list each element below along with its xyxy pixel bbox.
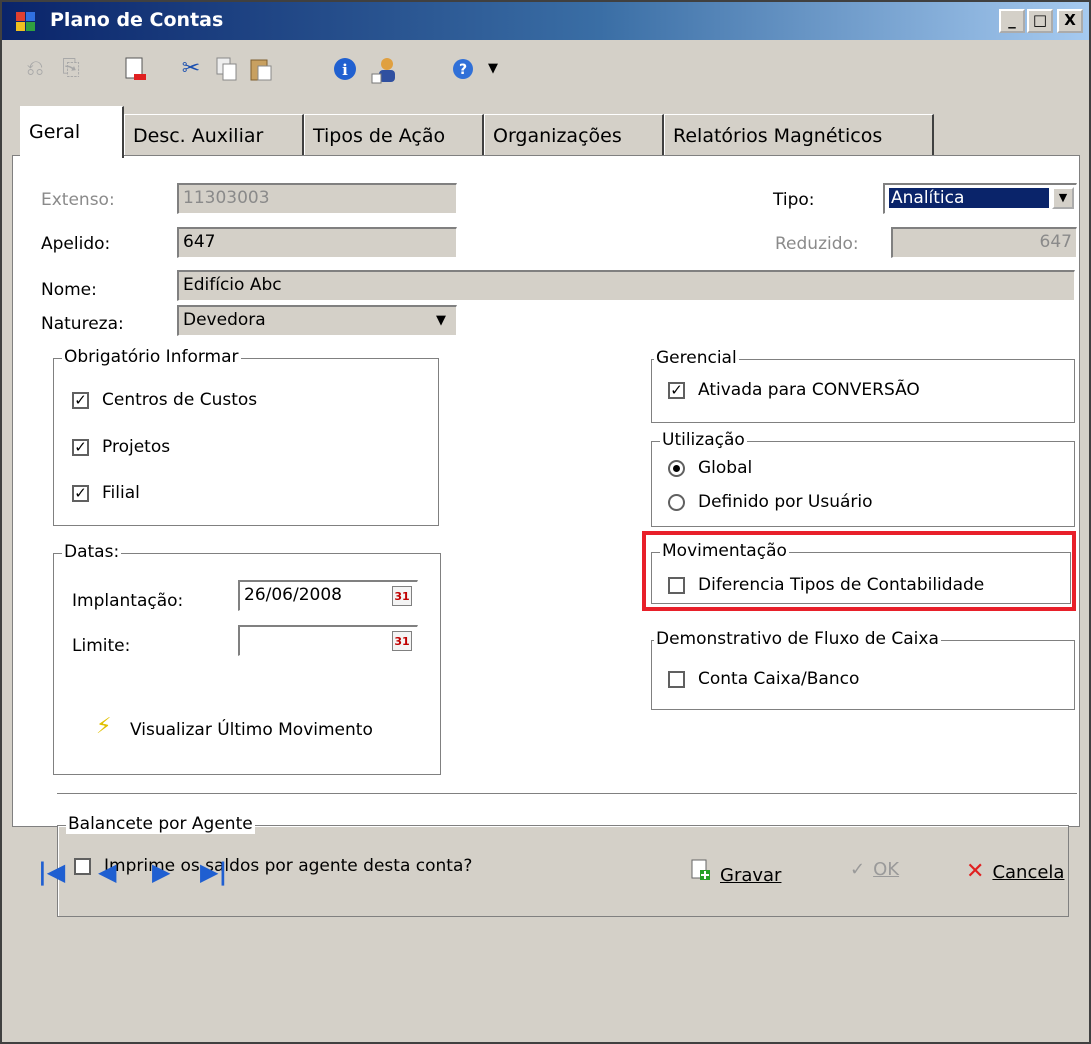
separator	[57, 793, 1077, 795]
chevron-down-icon: ▼	[436, 313, 446, 328]
minimize-button[interactable]: _	[999, 9, 1025, 33]
fluxo-caixa-group: Demonstrativo de Fluxo de Caixa Conta Ca…	[651, 629, 1075, 710]
cut-icon[interactable]: ✂	[178, 56, 204, 82]
plano-de-contas-window: Plano de Contas _ □ X ⎌ ⎘ ✂ i ? ▼ Geral …	[0, 0, 1091, 1044]
extenso-label: Extenso:	[41, 190, 115, 210]
global-radio[interactable]	[668, 460, 685, 477]
ok-button[interactable]: ✓ OK	[850, 859, 899, 880]
new-document-icon[interactable]	[122, 56, 148, 82]
ativada-conversao-checkbox[interactable]: ✓	[668, 382, 685, 399]
projetos-checkbox[interactable]: ✓	[72, 439, 89, 456]
natureza-value: Devedora	[183, 310, 266, 330]
definido-usuario-radio[interactable]	[668, 494, 685, 511]
natureza-select[interactable]: Devedora ▼	[177, 305, 457, 336]
reduzido-label: Reduzido:	[775, 234, 859, 254]
maximize-button[interactable]: □	[1027, 9, 1053, 33]
svg-text:i: i	[342, 61, 348, 79]
gerencial-title: Gerencial	[654, 348, 739, 368]
info-icon[interactable]: i	[332, 56, 358, 82]
filial-label: Filial	[102, 483, 140, 503]
obrigatorio-title: Obrigatório Informar	[62, 347, 241, 367]
user-icon[interactable]	[370, 56, 396, 84]
previous-record-icon[interactable]: ◀	[98, 858, 116, 886]
cancela-button[interactable]: ✕ Cancela	[966, 859, 1064, 884]
last-record-icon[interactable]: ▶|	[200, 858, 227, 886]
gerencial-group: Gerencial ✓ Ativada para CONVERSÃO	[651, 348, 1075, 423]
obrigatorio-group: Obrigatório Informar ✓ Centros de Custos…	[53, 347, 439, 526]
centros-custos-label: Centros de Custos	[102, 390, 258, 410]
chevron-down-icon: ▼	[1052, 187, 1074, 209]
window-title: Plano de Contas	[50, 9, 224, 31]
copy-icon[interactable]	[214, 56, 240, 82]
implantacao-value: 26/06/2008	[244, 585, 342, 605]
title-bar[interactable]: Plano de Contas _ □ X	[2, 2, 1089, 40]
tipo-select[interactable]: Analítica ▼	[883, 183, 1077, 214]
ok-label: OK	[873, 859, 900, 880]
filial-checkbox[interactable]: ✓	[72, 485, 89, 502]
implantacao-label: Implantação:	[72, 591, 184, 611]
tab-desc-auxiliar[interactable]: Desc. Auxiliar	[124, 114, 304, 156]
redo-icon[interactable]: ⎘	[58, 56, 84, 82]
datas-title: Datas:	[62, 542, 122, 562]
fluxo-caixa-title: Demonstrativo de Fluxo de Caixa	[654, 629, 941, 649]
extenso-field[interactable]: 11303003	[177, 183, 457, 214]
calendar-icon[interactable]: 31	[392, 631, 412, 651]
centros-custos-checkbox[interactable]: ✓	[72, 392, 89, 409]
next-record-icon[interactable]: ▶	[152, 858, 170, 886]
nome-label: Nome:	[41, 280, 97, 300]
apelido-label: Apelido:	[41, 234, 111, 254]
gravar-label: Gravar	[720, 865, 782, 886]
tab-organizacoes[interactable]: Organizações	[484, 114, 664, 156]
ativada-conversao-label: Ativada para CONVERSÃO	[698, 380, 920, 400]
projetos-label: Projetos	[102, 437, 171, 457]
tipo-label: Tipo:	[773, 190, 815, 210]
lightning-icon: ⚡	[96, 714, 112, 739]
reduzido-field[interactable]: 647	[891, 227, 1077, 258]
conta-caixa-banco-label: Conta Caixa/Banco	[698, 669, 860, 689]
tab-tipos-de-acao[interactable]: Tipos de Ação	[304, 114, 484, 156]
visualizar-ultimo-movimento-link[interactable]: Visualizar Último Movimento	[130, 720, 373, 740]
conta-caixa-banco-checkbox[interactable]	[668, 671, 685, 688]
utilizacao-title: Utilização	[660, 430, 747, 450]
definido-usuario-label: Definido por Usuário	[698, 492, 873, 512]
highlight-box	[642, 531, 1076, 611]
tab-relatorios-magneticos[interactable]: Relatórios Magnéticos	[664, 114, 934, 156]
limite-label: Limite:	[72, 636, 131, 656]
help-dropdown-arrow-icon[interactable]: ▼	[480, 56, 506, 82]
implantacao-field[interactable]: 26/06/2008	[238, 580, 418, 611]
cancela-label: Cancela	[992, 862, 1065, 883]
nome-field[interactable]: Edifício Abc	[177, 270, 1075, 301]
paste-icon[interactable]	[248, 56, 274, 82]
tab-geral[interactable]: Geral	[20, 106, 124, 158]
cancel-x-icon: ✕	[966, 859, 985, 884]
tipo-value: Analítica	[888, 187, 1050, 209]
app-icon	[16, 12, 36, 32]
tab-strip: Geral Desc. Auxiliar Tipos de Ação Organ…	[20, 106, 1020, 158]
global-label: Global	[698, 458, 753, 478]
datas-group: Datas: Implantação: 26/06/2008 31 Limite…	[53, 542, 441, 775]
limite-field[interactable]	[238, 625, 418, 656]
apelido-field[interactable]: 647	[177, 227, 457, 258]
undo-icon[interactable]: ⎌	[22, 56, 48, 82]
close-button[interactable]: X	[1057, 9, 1083, 33]
checkmark-icon: ✓	[850, 859, 866, 880]
first-record-icon[interactable]: |◀	[38, 858, 65, 886]
help-icon[interactable]: ?	[450, 56, 476, 82]
gravar-button[interactable]: Gravar	[690, 859, 781, 886]
bottom-bar: |◀ ◀ ▶ ▶| Gravar ✓ OK ✕ Cancela	[2, 827, 1089, 1042]
natureza-label: Natureza:	[41, 314, 124, 334]
toolbar: ⎌ ⎘ ✂ i ? ▼	[2, 40, 1089, 106]
calendar-icon[interactable]: 31	[392, 586, 412, 606]
utilizacao-group: Utilização Global Definido por Usuário	[651, 430, 1075, 527]
svg-text:?: ?	[459, 62, 467, 78]
save-document-icon	[690, 859, 712, 886]
geral-panel: Extenso: 11303003 Apelido: 647 Nome: Edi…	[12, 155, 1080, 917]
